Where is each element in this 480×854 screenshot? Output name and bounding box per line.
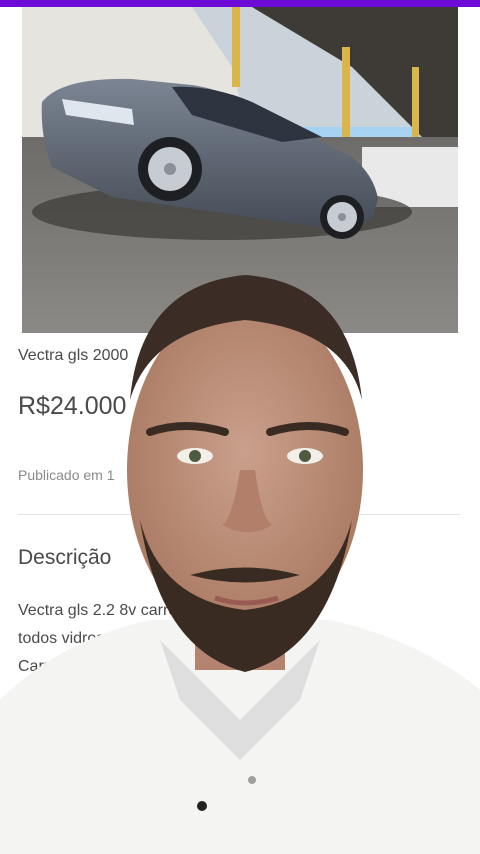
listing-title[interactable]: Vectra gls 2000	[18, 347, 128, 365]
description-line: todos vidros	[18, 630, 105, 647]
listing-photo[interactable]	[22, 7, 458, 333]
description-text: Vectra gls 2.2 8v carro com todos vidros…	[18, 597, 458, 681]
listing-price: R$24.000	[18, 392, 127, 420]
car-image	[22, 7, 458, 333]
description-line: Vectra gls 2.2 8v carro com	[18, 602, 212, 619]
published-date: Publicado em 1	[18, 467, 115, 483]
top-status-bar	[0, 0, 480, 7]
description-heading: Descrição	[18, 546, 112, 569]
description-line: Carro co	[18, 658, 80, 675]
divider	[18, 514, 460, 515]
